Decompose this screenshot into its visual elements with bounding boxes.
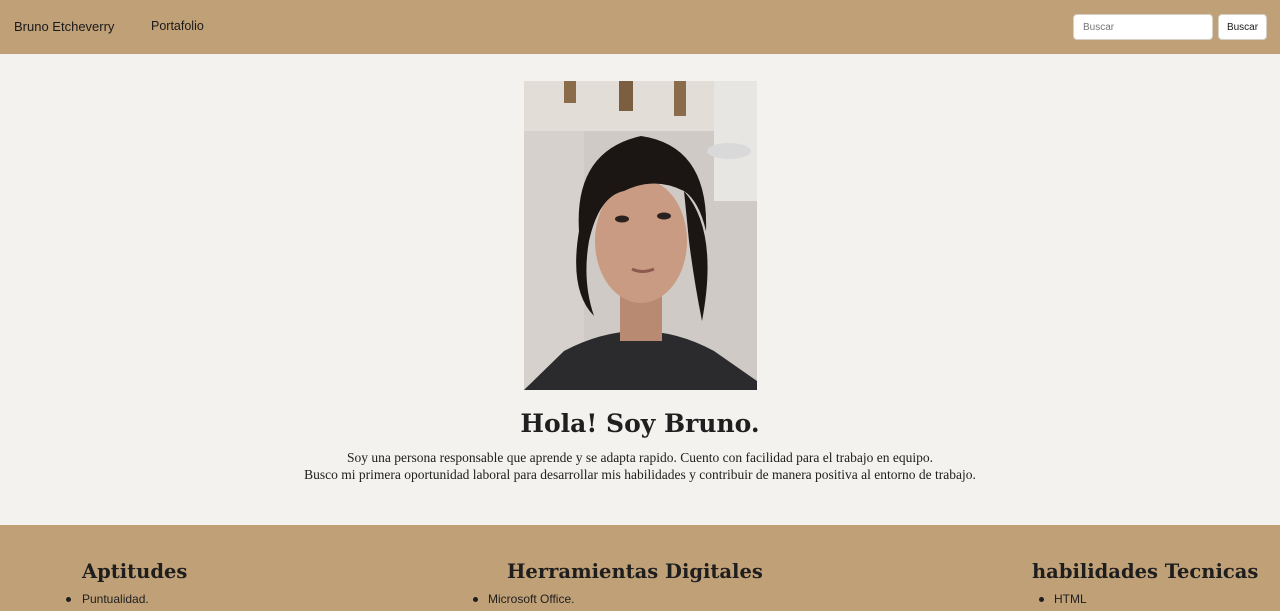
herramientas-title: Herramientas Digitales <box>507 560 763 583</box>
search-button[interactable]: Buscar <box>1218 14 1267 40</box>
hero-paragraph: Soy una persona responsable que aprende … <box>0 449 1280 483</box>
habilidades-item: HTML <box>1054 592 1087 606</box>
brand-link[interactable]: Bruno Etcheverry <box>14 19 114 34</box>
hero-paragraph-line: Busco mi primera oportunidad laboral par… <box>304 467 976 482</box>
aptitudes-item: Puntualidad. <box>82 592 149 606</box>
list-bullet <box>66 597 71 602</box>
nav-link-portafolio[interactable]: Portafolio <box>151 19 204 33</box>
search-input[interactable] <box>1073 14 1213 40</box>
hero-paragraph-line: Soy una persona responsable que aprende … <box>347 450 933 465</box>
hero-title: Hola! Soy Bruno. <box>520 409 760 438</box>
profile-photo <box>524 81 757 390</box>
list-bullet <box>473 597 478 602</box>
navbar: Bruno Etcheverry Portafolio Buscar <box>0 0 1280 54</box>
skills-section: Aptitudes Puntualidad. Herramientas Digi… <box>0 525 1280 611</box>
herramientas-item: Microsoft Office. <box>488 592 575 606</box>
aptitudes-title: Aptitudes <box>82 560 188 583</box>
habilidades-title: habilidades Tecnicas <box>1032 560 1259 583</box>
list-bullet <box>1039 597 1044 602</box>
